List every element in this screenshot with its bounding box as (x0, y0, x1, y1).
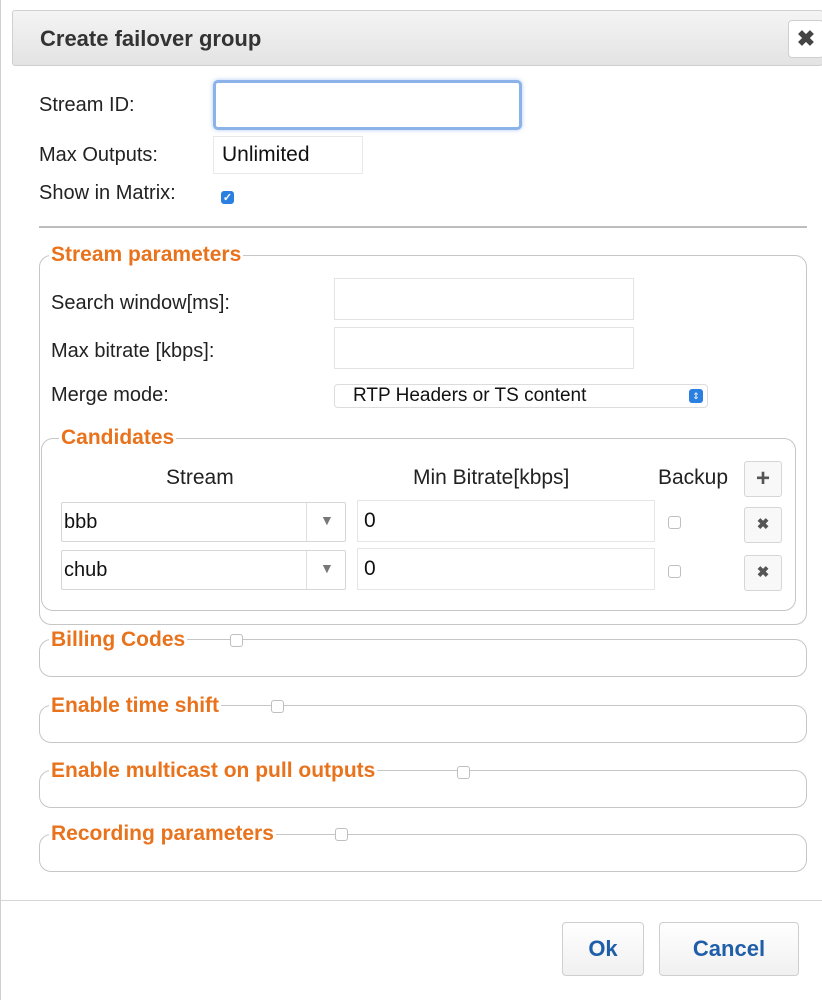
billing-codes-legend: Billing Codes (49, 628, 188, 652)
add-candidate-button[interactable]: + (744, 461, 782, 497)
max-outputs-label: Max Outputs: (39, 144, 158, 166)
candidate-stream-value: chub (64, 559, 108, 581)
stream-column-header: Stream (166, 466, 234, 489)
recording-checkbox[interactable] (335, 828, 348, 841)
max-bitrate-label: Max bitrate [kbps]: (51, 340, 215, 362)
candidate-stream-combo[interactable]: chub ▼ (61, 550, 346, 590)
stream-id-input[interactable] (213, 80, 522, 130)
search-window-label: Search window[ms]: (51, 292, 230, 314)
ok-button[interactable]: Ok (562, 922, 644, 976)
max-outputs-input[interactable]: Unlimited (213, 136, 363, 174)
merge-mode-label: Merge mode: (51, 384, 169, 406)
plus-icon: + (755, 465, 770, 492)
backup-column-header: Backup (658, 466, 729, 489)
combo-separator (306, 551, 307, 589)
search-window-input[interactable] (334, 278, 634, 320)
candidates-legend: Candidates (59, 426, 177, 450)
candidate-stream-value: bbb (64, 511, 98, 533)
remove-icon: ✖ (756, 516, 770, 533)
candidate-stream-combo[interactable]: bbb ▼ (61, 502, 346, 542)
remove-candidate-button[interactable]: ✖ (744, 507, 782, 543)
footer-divider (1, 900, 822, 901)
candidate-backup-checkbox[interactable] (668, 565, 681, 578)
dialog-titlebar: Create failover group ✖ (12, 10, 822, 66)
dropdown-arrow-icon[interactable]: ▼ (320, 560, 334, 576)
multicast-legend: Enable multicast on pull outputs (49, 759, 378, 783)
form-divider (39, 226, 807, 228)
min-bitrate-column-header: Min Bitrate[kbps] (413, 466, 570, 489)
stream-id-label: Stream ID: (39, 94, 135, 116)
dialog-title: Create failover group (40, 26, 262, 51)
close-button[interactable]: ✖ (788, 20, 822, 58)
select-arrows-icon[interactable]: ⇕ (689, 389, 703, 403)
close-icon: ✖ (796, 26, 816, 51)
candidate-backup-checkbox[interactable] (668, 516, 681, 529)
show-in-matrix-checkbox[interactable]: ✓ (221, 191, 234, 204)
max-bitrate-input[interactable] (334, 327, 634, 369)
cancel-button[interactable]: Cancel (659, 922, 799, 976)
merge-mode-select[interactable]: RTP Headers or TS content (334, 384, 708, 408)
show-in-matrix-label: Show in Matrix: (39, 182, 176, 204)
time-shift-checkbox[interactable] (271, 700, 284, 713)
billing-codes-checkbox[interactable] (230, 634, 243, 647)
create-failover-group-dialog: Create failover group ✖ Stream ID: Max O… (0, 0, 822, 1000)
remove-candidate-button[interactable]: ✖ (744, 555, 782, 591)
stream-parameters-legend: Stream parameters (49, 243, 244, 267)
multicast-checkbox[interactable] (457, 766, 470, 779)
dropdown-arrow-icon[interactable]: ▼ (320, 512, 334, 528)
combo-separator (306, 503, 307, 541)
recording-legend: Recording parameters (49, 822, 276, 846)
time-shift-legend: Enable time shift (49, 694, 222, 718)
candidate-min-bitrate-input[interactable]: 0 (357, 548, 655, 590)
remove-icon: ✖ (756, 564, 770, 581)
candidate-min-bitrate-input[interactable]: 0 (357, 500, 655, 542)
